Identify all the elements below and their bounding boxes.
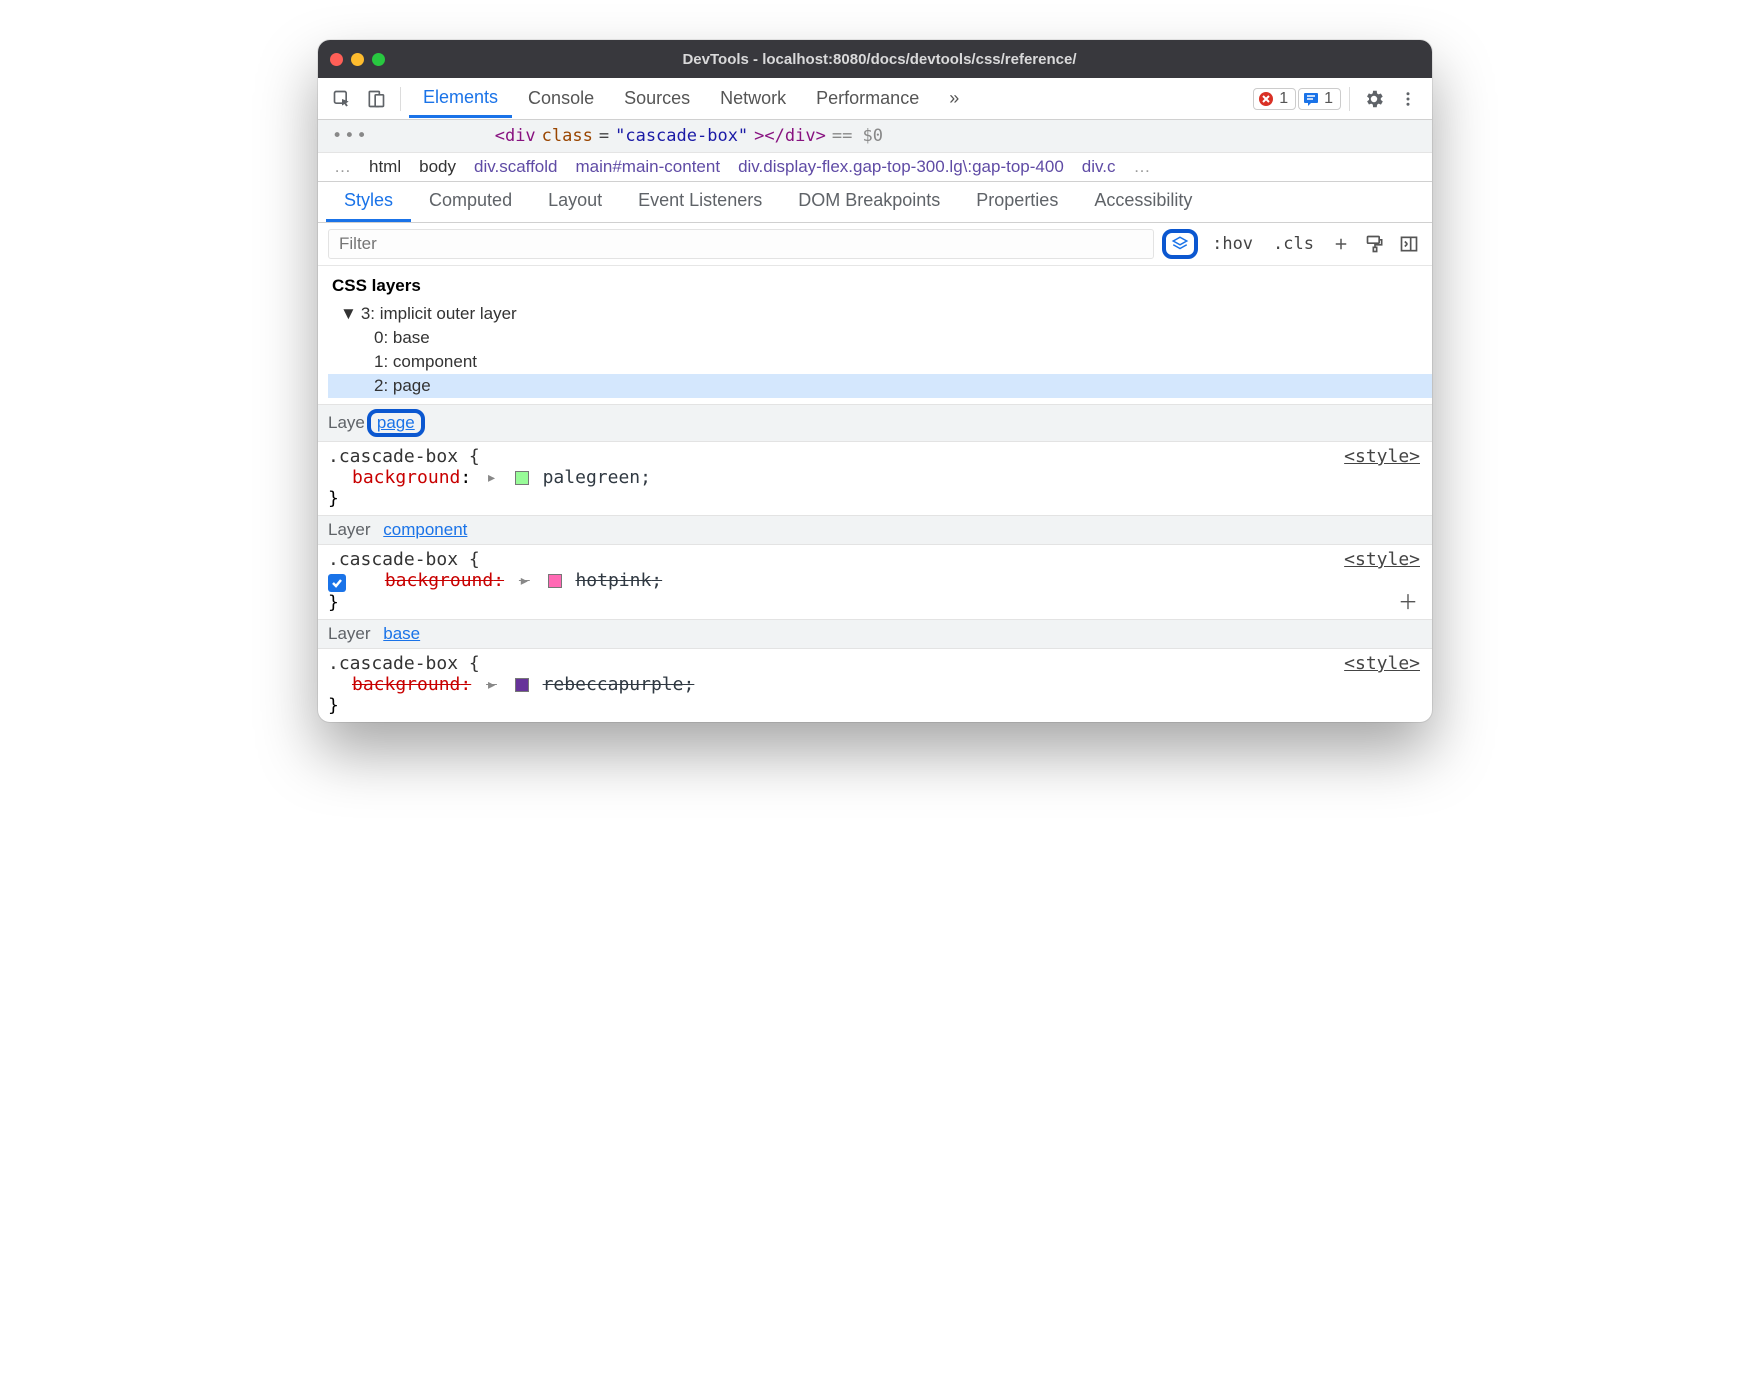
- error-badge[interactable]: 1: [1253, 88, 1296, 110]
- expand-shorthand-icon[interactable]: ▸: [519, 570, 530, 591]
- subtab-layout[interactable]: Layout: [530, 182, 620, 222]
- css-rule[interactable]: <style> .cascade-box { background: ▸ reb…: [318, 649, 1432, 722]
- paint-icon[interactable]: [1362, 231, 1388, 257]
- layer-link-ring: page: [367, 409, 425, 437]
- tab-network[interactable]: Network: [706, 80, 800, 117]
- layer-heading-page: Laye page: [318, 404, 1432, 442]
- rule-selector: .cascade-box {: [328, 549, 480, 570]
- dom-attr: class: [542, 126, 593, 146]
- rule-source-link[interactable]: <style>: [1344, 653, 1420, 674]
- subtab-event-listeners[interactable]: Event Listeners: [620, 182, 780, 222]
- rule-source-link[interactable]: <style>: [1344, 446, 1420, 467]
- tab-performance[interactable]: Performance: [802, 80, 933, 117]
- cls-toggle[interactable]: .cls: [1267, 232, 1320, 256]
- breadcrumb: … html body div.scaffold main#main-conte…: [318, 152, 1432, 182]
- error-count: 1: [1279, 90, 1288, 108]
- rule-source-link[interactable]: <style>: [1344, 549, 1420, 570]
- styles-filter-bar: :hov .cls: [318, 223, 1432, 266]
- css-rule[interactable]: <style> .cascade-box { background: ▸ hot…: [318, 545, 1432, 619]
- rule-value[interactable]: hotpink;: [575, 570, 662, 591]
- layer-prefix: Laye: [328, 413, 365, 433]
- expand-shorthand-icon[interactable]: ▸: [486, 674, 497, 695]
- css-layers-tree: ▼ 3: implicit outer layer 0: base 1: com…: [318, 300, 1432, 404]
- subtab-dom-breakpoints[interactable]: DOM Breakpoints: [780, 182, 958, 222]
- separator: [1349, 87, 1350, 111]
- dom-attr-value: "cascade-box": [615, 126, 748, 146]
- dom-selection-marker: == $0: [832, 126, 883, 146]
- layer-link[interactable]: page: [377, 413, 415, 432]
- css-layers-title: CSS layers: [318, 266, 1432, 300]
- separator: [400, 87, 401, 111]
- tabs-overflow[interactable]: »: [935, 80, 973, 117]
- breadcrumb-item[interactable]: div.scaffold: [474, 157, 557, 177]
- rule-value[interactable]: rebeccapurple;: [543, 674, 695, 695]
- breadcrumb-item[interactable]: html: [369, 157, 401, 177]
- computed-sidebar-icon[interactable]: [1396, 231, 1422, 257]
- minimize-window-button[interactable]: [351, 53, 364, 66]
- tab-console[interactable]: Console: [514, 80, 608, 117]
- breadcrumb-item[interactable]: div.display-flex.gap-top-300.lg\:gap-top…: [738, 157, 1064, 177]
- window-controls: [330, 53, 385, 66]
- toggle-css-layers-button[interactable]: [1162, 229, 1198, 259]
- filter-input[interactable]: [328, 229, 1154, 259]
- close-window-button[interactable]: [330, 53, 343, 66]
- color-swatch[interactable]: [515, 471, 529, 485]
- expand-shorthand-icon[interactable]: ▸: [486, 467, 497, 488]
- breadcrumb-trail: …: [1133, 157, 1150, 177]
- styles-subtabs: Styles Computed Layout Event Listeners D…: [318, 182, 1432, 223]
- layer-link[interactable]: component: [383, 520, 467, 540]
- devtools-window: DevTools - localhost:8080/docs/devtools/…: [318, 40, 1432, 722]
- message-count: 1: [1324, 90, 1333, 108]
- layer-heading-base: Layer base: [318, 619, 1432, 649]
- hov-toggle[interactable]: :hov: [1206, 232, 1259, 256]
- breadcrumb-item[interactable]: body: [419, 157, 456, 177]
- maximize-window-button[interactable]: [372, 53, 385, 66]
- layer-outer[interactable]: ▼ 3: implicit outer layer: [328, 302, 1432, 326]
- tab-elements[interactable]: Elements: [409, 79, 512, 118]
- layer-label: 3: implicit outer layer: [361, 304, 517, 324]
- rule-selector: .cascade-box {: [328, 653, 480, 674]
- inspect-element-icon[interactable]: [326, 83, 358, 115]
- rule-value[interactable]: palegreen;: [543, 467, 651, 488]
- color-swatch[interactable]: [515, 678, 529, 692]
- main-toolbar: Elements Console Sources Network Perform…: [318, 78, 1432, 120]
- subtab-styles[interactable]: Styles: [326, 182, 411, 222]
- device-toggle-icon[interactable]: [360, 83, 392, 115]
- layer-link[interactable]: base: [383, 624, 420, 644]
- disclosure-triangle-icon[interactable]: ▼: [340, 304, 357, 324]
- tab-sources[interactable]: Sources: [610, 80, 704, 117]
- breadcrumb-item[interactable]: main#main-content: [575, 157, 720, 177]
- add-property-icon[interactable]: ＋: [1398, 586, 1418, 615]
- layer-item[interactable]: 0: base: [328, 326, 1432, 350]
- dom-ellipsis: •••: [332, 126, 369, 146]
- subtab-properties[interactable]: Properties: [958, 182, 1076, 222]
- window-title: DevTools - localhost:8080/docs/devtools/…: [399, 51, 1420, 68]
- settings-icon[interactable]: [1358, 83, 1390, 115]
- layer-item[interactable]: 1: component: [328, 350, 1432, 374]
- subtab-accessibility[interactable]: Accessibility: [1076, 182, 1210, 222]
- breadcrumb-lead: …: [334, 157, 351, 177]
- kebab-menu-icon[interactable]: [1392, 83, 1424, 115]
- breadcrumb-item[interactable]: div.c: [1082, 157, 1116, 177]
- new-style-rule-icon[interactable]: [1328, 231, 1354, 257]
- layer-prefix: Layer: [328, 520, 371, 540]
- rule-property[interactable]: background: [328, 467, 460, 488]
- css-rule[interactable]: <style> .cascade-box { background: ▸ pal…: [318, 442, 1432, 515]
- titlebar: DevTools - localhost:8080/docs/devtools/…: [318, 40, 1432, 78]
- rule-property[interactable]: background:: [328, 674, 471, 695]
- message-badge[interactable]: 1: [1298, 88, 1341, 110]
- dom-tag-open: <div: [495, 126, 536, 146]
- dom-tag-close: ></div>: [754, 126, 826, 146]
- color-swatch[interactable]: [548, 574, 562, 588]
- subtab-computed[interactable]: Computed: [411, 182, 530, 222]
- rule-selector: .cascade-box {: [328, 446, 480, 467]
- property-checkbox[interactable]: [328, 574, 346, 592]
- dom-selected-node[interactable]: ••• <div class="cascade-box"></div> == $…: [318, 120, 1432, 152]
- layer-item-selected[interactable]: 2: page: [328, 374, 1432, 398]
- layer-prefix: Layer: [328, 624, 371, 644]
- rule-property[interactable]: background:: [361, 570, 504, 591]
- layer-heading-component: Layer component: [318, 515, 1432, 545]
